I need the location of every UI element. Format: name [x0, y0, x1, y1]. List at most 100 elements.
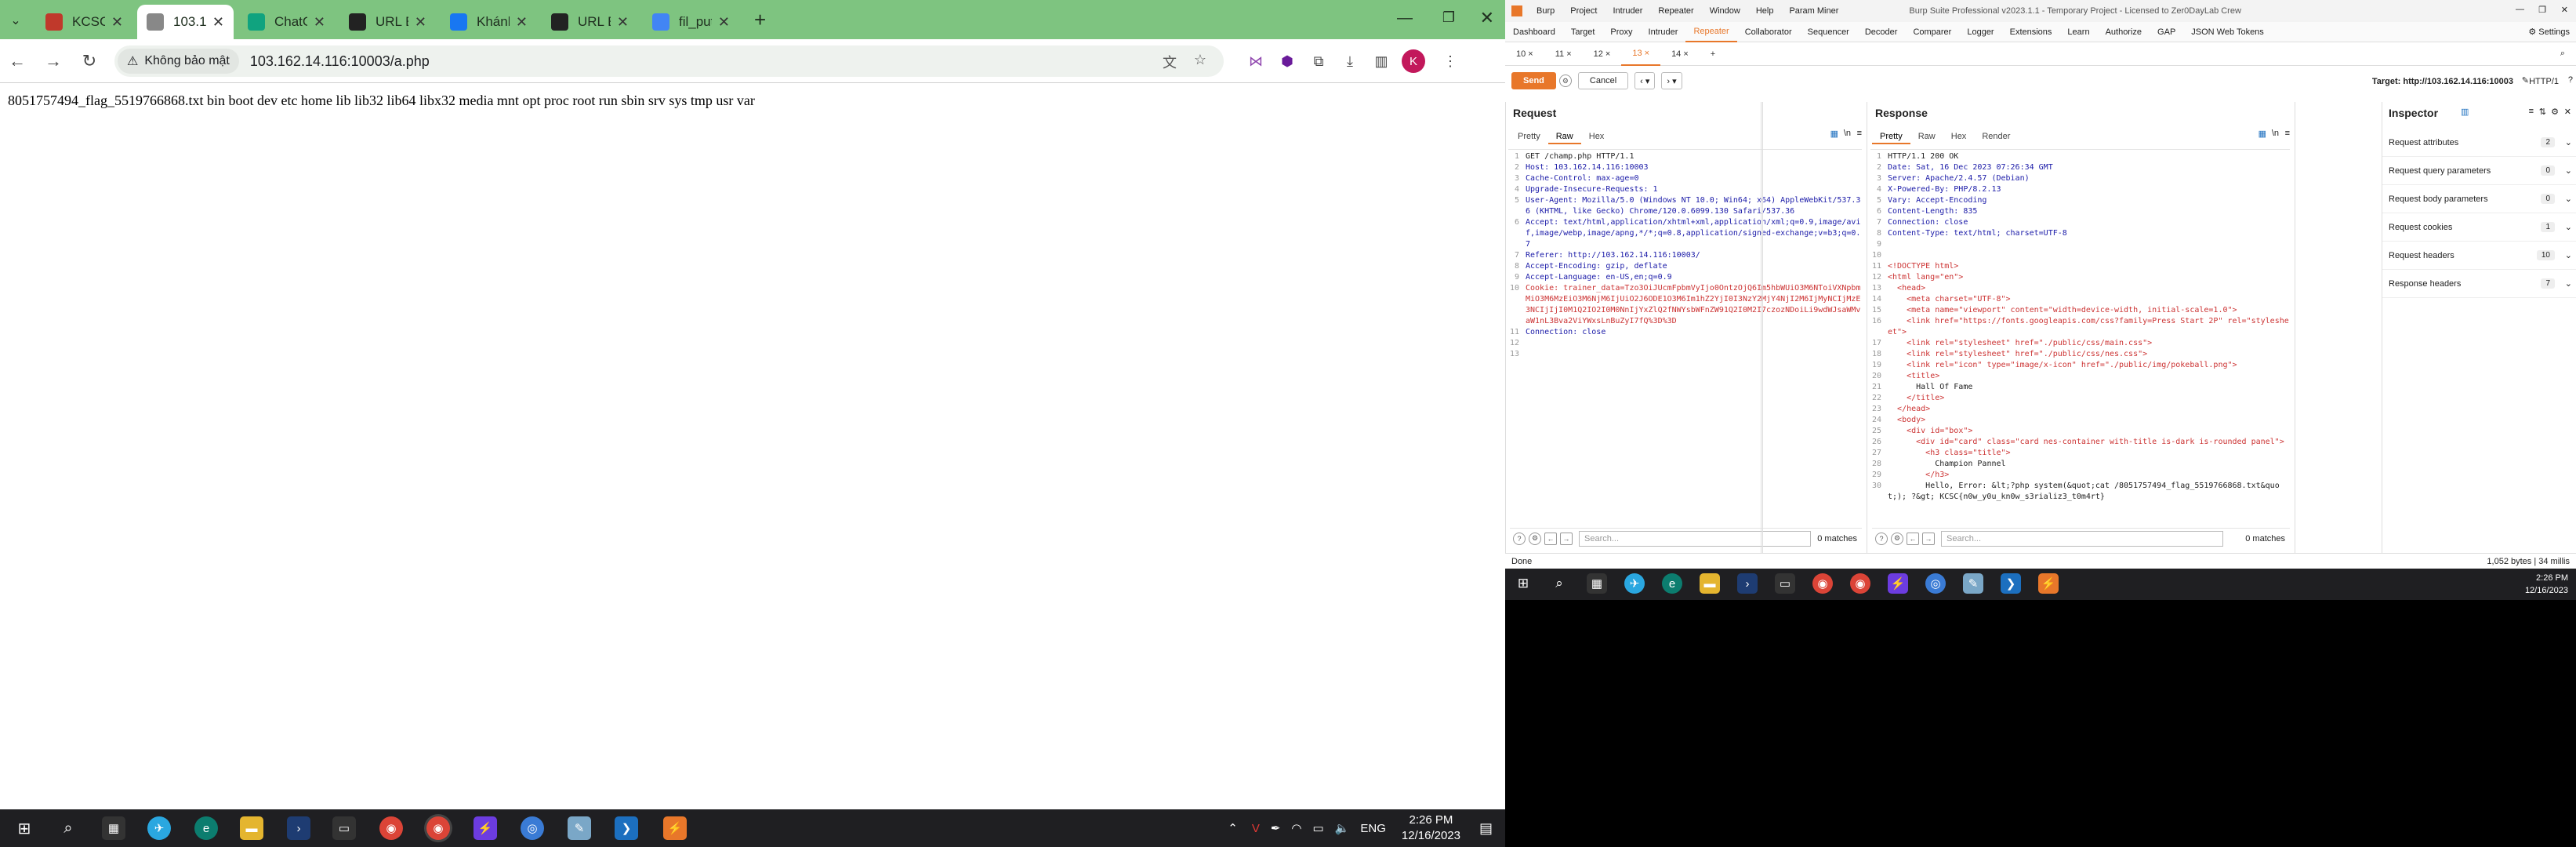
tray-v-icon[interactable]: V: [1252, 822, 1260, 835]
battery-icon[interactable]: ▭: [1313, 821, 1324, 835]
tool-tab-dashboard[interactable]: Dashboard: [1505, 22, 1563, 42]
repeater-tab-4[interactable]: 13 ×: [1621, 42, 1661, 66]
clock[interactable]: 2:26 PM 12/16/2023: [2525, 572, 2568, 597]
view-tab-hex[interactable]: Hex: [1581, 130, 1613, 144]
close-tab-icon[interactable]: ✕: [111, 14, 123, 31]
back-history-button[interactable]: ‹ ▾: [1634, 72, 1656, 89]
vscode-icon[interactable]: ❯: [2001, 573, 2021, 594]
notepad-icon[interactable]: ✎: [1963, 573, 1983, 594]
layout-icon[interactable]: ▦: [1830, 129, 1838, 139]
view-tab-pretty[interactable]: Pretty: [1510, 130, 1548, 144]
powershell-icon[interactable]: ›: [287, 816, 310, 840]
repeater-tab-2[interactable]: 11 ×: [1544, 42, 1583, 66]
profile-avatar[interactable]: K: [1402, 49, 1425, 73]
prev-match-icon[interactable]: ←: [1907, 532, 1919, 545]
menu-icon[interactable]: ≡: [1857, 129, 1862, 138]
help-icon[interactable]: ?: [2568, 75, 2573, 85]
extension-icon[interactable]: ⋈: [1245, 50, 1267, 72]
help-icon[interactable]: ?: [1875, 532, 1888, 545]
newline-icon[interactable]: \n: [1844, 129, 1851, 138]
close-icon[interactable]: ✕: [2564, 107, 2571, 117]
add-repeater-tab-button[interactable]: +: [1700, 42, 1726, 66]
newline-icon[interactable]: \n: [2272, 129, 2279, 138]
settings-icon[interactable]: ⚙: [1529, 532, 1541, 545]
file-explorer-icon[interactable]: ▬: [240, 816, 263, 840]
url-text[interactable]: 103.162.14.116:10003/a.php: [250, 53, 430, 70]
terminal-icon[interactable]: ▭: [332, 816, 356, 840]
tab-6[interactable]: URL Encode Online | ✕: [542, 5, 638, 39]
tool-tab-logger[interactable]: Logger: [1959, 22, 2001, 42]
menu-help[interactable]: Help: [1748, 0, 1782, 22]
prev-match-icon[interactable]: ←: [1544, 532, 1557, 545]
burp-settings[interactable]: ⚙ Settings: [2528, 27, 2570, 37]
inspector-list-icon[interactable]: ≡: [2529, 107, 2534, 116]
inspector-row[interactable]: Request query parameters 0 ⌄: [2382, 157, 2576, 185]
settings-icon[interactable]: ⚙: [1891, 532, 1903, 545]
task-view-icon[interactable]: ▦: [1587, 573, 1607, 594]
request-search-input[interactable]: Search...: [1579, 530, 1812, 547]
edge-icon[interactable]: e: [1662, 573, 1682, 594]
tool-tab-repeater[interactable]: Repeater: [1685, 22, 1737, 42]
menu-kebab-icon[interactable]: ⋮: [1439, 50, 1461, 72]
inspector-layout-icon[interactable]: ▥: [2461, 107, 2469, 117]
layout-icon[interactable]: ▦: [2259, 129, 2266, 139]
burp-maximize-button[interactable]: ❐: [2538, 5, 2546, 15]
search-icon[interactable]: ⌕: [2560, 49, 2565, 59]
task-view-icon[interactable]: ▦: [102, 816, 125, 840]
close-tab-icon[interactable]: ✕: [718, 14, 730, 31]
cancel-button[interactable]: Cancel: [1577, 72, 1629, 89]
menu-project[interactable]: Project: [1562, 0, 1605, 22]
terminal-icon[interactable]: ▭: [1775, 573, 1795, 594]
menu-burp[interactable]: Burp: [1529, 0, 1562, 22]
view-tab-render[interactable]: Render: [1974, 130, 2018, 144]
inspector-filter-icon[interactable]: ⇅: [2539, 107, 2546, 117]
search-icon[interactable]: ⌕: [56, 816, 80, 840]
tool-tab-collaborator[interactable]: Collaborator: [1737, 22, 1800, 42]
repeater-tab-1[interactable]: 10 ×: [1505, 42, 1544, 66]
telegram-icon[interactable]: ✈: [147, 816, 171, 840]
view-tab-raw[interactable]: Raw: [1547, 130, 1581, 144]
tool-tab-intruder[interactable]: Intruder: [1641, 22, 1686, 42]
close-tab-icon[interactable]: ✕: [617, 14, 629, 31]
tab-3[interactable]: ChatGPT ✕: [238, 5, 335, 39]
tab-4[interactable]: URL Encode Online | ✕: [339, 5, 436, 39]
notification-icon[interactable]: ▤: [1479, 820, 1493, 837]
app-circle-icon[interactable]: ◎: [1925, 573, 1946, 594]
tab-2[interactable]: 103.162.14.116:10003 ✕: [137, 5, 234, 39]
tab-search-chevron-icon[interactable]: ⌄: [6, 11, 25, 30]
wifi-icon[interactable]: ◠: [1291, 821, 1301, 835]
tool-tab-sequencer[interactable]: Sequencer: [1800, 22, 1857, 42]
tool-tab-extensions[interactable]: Extensions: [2002, 22, 2060, 42]
tab-5[interactable]: Khánh đã nhắn tin c ✕: [441, 5, 537, 39]
volume-icon[interactable]: 🔈: [1335, 821, 1350, 835]
chevron-up-icon[interactable]: ⌃: [1228, 821, 1238, 835]
tool-tab-decoder[interactable]: Decoder: [1857, 22, 1906, 42]
tool-tab-comparer[interactable]: Comparer: [1905, 22, 1959, 42]
close-window-button[interactable]: ✕: [1480, 8, 1494, 28]
next-match-icon[interactable]: →: [1922, 532, 1935, 545]
inspector-row[interactable]: Request cookies 1 ⌄: [2382, 213, 2576, 242]
burp-close-button[interactable]: ✕: [2561, 5, 2568, 15]
tool-tab-proxy[interactable]: Proxy: [1602, 22, 1640, 42]
bookmark-star-icon[interactable]: ☆: [1194, 52, 1206, 68]
tool-tab-gap[interactable]: GAP: [2150, 22, 2183, 42]
menu-icon[interactable]: ≡: [2285, 129, 2290, 138]
edit-pencil-icon[interactable]: ✎: [2522, 75, 2529, 85]
back-button[interactable]: ←: [5, 49, 30, 74]
tool-tab-target[interactable]: Target: [1563, 22, 1603, 42]
language-indicator[interactable]: ENG: [1360, 822, 1386, 835]
burp-minimize-button[interactable]: —: [2516, 5, 2524, 14]
menu-param-miner[interactable]: Param Miner: [1781, 0, 1846, 22]
reload-button[interactable]: ↻: [77, 49, 102, 74]
maximize-button[interactable]: ❐: [1442, 9, 1455, 26]
burp-taskbar-icon[interactable]: ⚡: [663, 816, 687, 840]
http-version[interactable]: HTTP/1: [2529, 77, 2559, 86]
view-tab-raw[interactable]: Raw: [1910, 130, 1943, 144]
tray-pen-icon[interactable]: ✒: [1271, 821, 1281, 835]
close-tab-icon[interactable]: ✕: [212, 14, 224, 31]
tool-tab-json-web-tokens[interactable]: JSON Web Tokens: [2183, 22, 2272, 42]
gear-icon[interactable]: ⚙: [2551, 107, 2559, 117]
forward-button[interactable]: →: [41, 49, 66, 74]
notepad-icon[interactable]: ✎: [568, 816, 591, 840]
next-match-icon[interactable]: →: [1560, 532, 1573, 545]
